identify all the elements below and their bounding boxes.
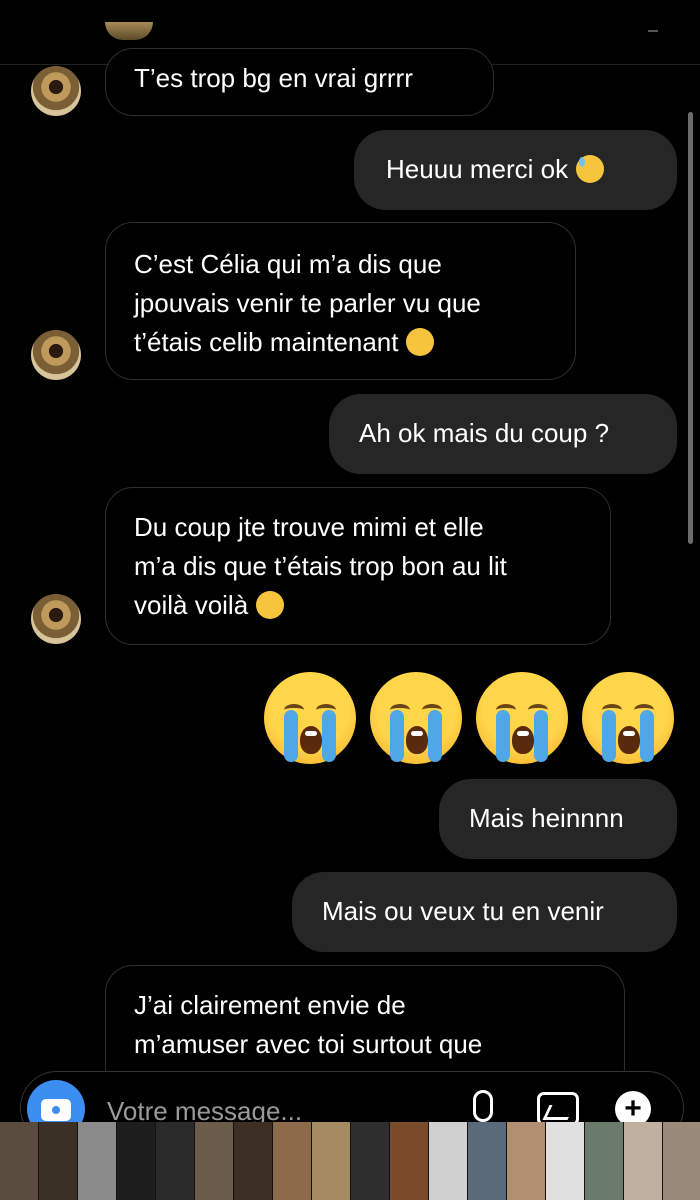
message-text: Ah ok mais du coup ? [359,418,610,448]
message-text: T’es trop bg en vrai grrrr [134,63,413,93]
message-outgoing[interactable]: Ah ok mais du coup ? [329,394,677,474]
gallery-thumbnail[interactable] [234,1122,273,1200]
message-line: t’étais celib maintenant [134,327,399,357]
message-text: Mais ou veux tu en venir [322,896,604,926]
header-indicator [648,30,658,32]
gallery-thumbnail[interactable] [468,1122,507,1200]
gallery-thumbnail[interactable] [117,1122,156,1200]
gallery-thumbnail[interactable] [585,1122,624,1200]
photo-gallery-strip[interactable] [0,1122,700,1200]
microphone-icon[interactable] [473,1090,493,1132]
gallery-thumbnail[interactable] [624,1122,663,1200]
loudly-crying-emoji-icon [476,672,568,764]
sender-avatar[interactable] [31,330,81,380]
gallery-thumbnail[interactable] [663,1122,700,1200]
message-line: m’a dis que t’étais trop bon au lit [134,551,507,581]
sweat-smile-emoji-icon [576,155,605,183]
gallery-thumbnail[interactable] [195,1122,234,1200]
gallery-thumbnail[interactable] [546,1122,585,1200]
message-line: jpouvais venir te parler vu que [134,288,481,318]
relieved-emoji-icon [406,328,435,356]
message-outgoing[interactable]: Mais heinnnn [439,779,677,859]
message-incoming[interactable]: Du coup jte trouve mimi et elle m’a dis … [105,487,611,645]
gallery-thumbnail[interactable] [351,1122,390,1200]
kissing-emoji-icon [256,591,285,619]
gallery-thumbnail[interactable] [156,1122,195,1200]
emoji-message[interactable] [264,672,674,764]
gallery-thumbnail[interactable] [0,1122,39,1200]
message-line: voilà voilà [134,590,249,620]
header-avatar[interactable] [105,22,153,40]
gallery-thumbnail[interactable] [390,1122,429,1200]
message-text: Heuuu merci ok [386,154,569,184]
gallery-thumbnail[interactable] [39,1122,78,1200]
message-line: m’amuser avec toi surtout que [134,1029,483,1059]
sender-avatar[interactable] [31,66,81,116]
message-outgoing[interactable]: Mais ou veux tu en venir [292,872,677,952]
gallery-thumbnail[interactable] [273,1122,312,1200]
message-line: J’ai clairement envie de [134,990,406,1020]
message-line: C’est Célia qui m’a dis que [134,249,442,279]
loudly-crying-emoji-icon [264,672,356,764]
message-text: Mais heinnnn [469,803,624,833]
gallery-thumbnail[interactable] [78,1122,117,1200]
gallery-thumbnail[interactable] [312,1122,351,1200]
message-outgoing[interactable]: Heuuu merci ok [354,130,677,210]
loudly-crying-emoji-icon [370,672,462,764]
scrollbar[interactable] [688,112,693,544]
gallery-thumbnail[interactable] [507,1122,546,1200]
camera-lens [49,1103,63,1117]
gallery-thumbnail[interactable] [429,1122,468,1200]
message-incoming[interactable]: C’est Célia qui m’a dis que jpouvais ven… [105,222,576,380]
gallery-icon[interactable] [537,1092,579,1126]
message-incoming[interactable]: T’es trop bg en vrai grrrr [105,48,494,116]
sender-avatar[interactable] [31,594,81,644]
message-line: Du coup jte trouve mimi et elle [134,512,484,542]
loudly-crying-emoji-icon [582,672,674,764]
